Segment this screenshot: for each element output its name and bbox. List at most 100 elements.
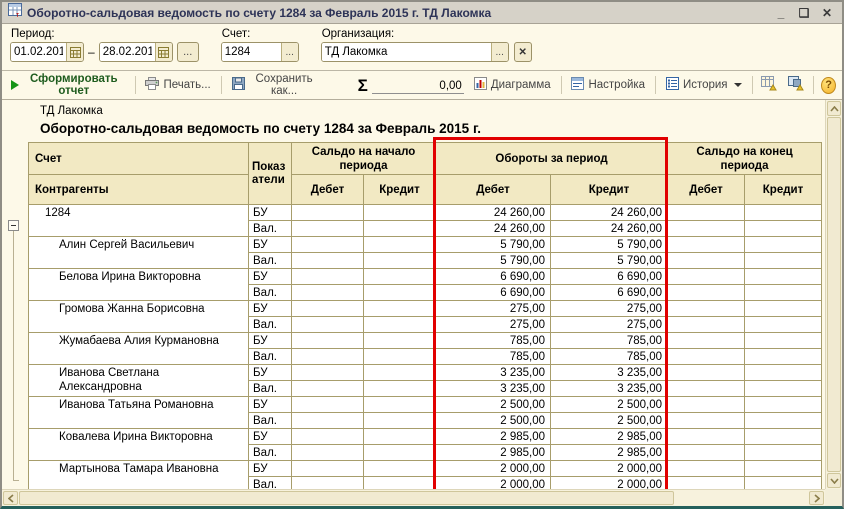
- turn-debit-cell[interactable]: 2 500,00: [436, 413, 551, 429]
- generate-report-button[interactable]: Сформировать отчет: [8, 71, 128, 99]
- start-credit-cell[interactable]: [364, 429, 436, 445]
- indicator-cell[interactable]: БУ: [249, 333, 292, 349]
- start-credit-cell[interactable]: [364, 365, 436, 381]
- end-credit-cell[interactable]: [745, 253, 822, 269]
- turn-credit-cell[interactable]: 2 985,00: [551, 445, 668, 461]
- indicator-cell[interactable]: Вал.: [249, 381, 292, 397]
- turn-credit-cell[interactable]: 275,00: [551, 301, 668, 317]
- turn-debit-cell[interactable]: 2 500,00: [436, 397, 551, 413]
- start-credit-cell[interactable]: [364, 269, 436, 285]
- end-debit-cell[interactable]: [668, 285, 745, 301]
- turn-debit-cell[interactable]: 2 000,00: [436, 461, 551, 477]
- end-credit-cell[interactable]: [745, 461, 822, 477]
- contractor-cell[interactable]: Громова Жанна Борисовна: [29, 301, 249, 333]
- start-credit-cell[interactable]: [364, 381, 436, 397]
- chart-button[interactable]: Диаграмма: [471, 75, 554, 95]
- turn-debit-cell[interactable]: 6 690,00: [436, 285, 551, 301]
- scroll-up-button[interactable]: [827, 101, 841, 116]
- end-credit-cell[interactable]: [745, 269, 822, 285]
- turn-credit-cell[interactable]: 24 260,00: [551, 221, 668, 237]
- end-debit-cell[interactable]: [668, 269, 745, 285]
- indicator-cell[interactable]: БУ: [249, 301, 292, 317]
- end-credit-cell[interactable]: [745, 429, 822, 445]
- maximize-button[interactable]: ❑: [795, 5, 813, 21]
- help-button[interactable]: ?: [821, 77, 836, 94]
- start-debit-cell[interactable]: [292, 397, 364, 413]
- turn-debit-cell[interactable]: 3 235,00: [436, 365, 551, 381]
- end-debit-cell[interactable]: [668, 477, 745, 490]
- end-credit-cell[interactable]: [745, 365, 822, 381]
- start-debit-cell[interactable]: [292, 253, 364, 269]
- start-credit-cell[interactable]: [364, 333, 436, 349]
- turn-credit-cell[interactable]: 6 690,00: [551, 269, 668, 285]
- account-input[interactable]: [222, 43, 281, 61]
- collapse-group-button[interactable]: [8, 220, 19, 231]
- organization-select-button[interactable]: ...: [491, 43, 508, 61]
- start-credit-cell[interactable]: [364, 461, 436, 477]
- start-debit-cell[interactable]: [292, 477, 364, 490]
- start-debit-cell[interactable]: [292, 317, 364, 333]
- start-debit-cell[interactable]: [292, 269, 364, 285]
- vertical-scrollbar[interactable]: [825, 100, 842, 489]
- start-credit-cell[interactable]: [364, 205, 436, 221]
- turn-debit-cell[interactable]: 785,00: [436, 333, 551, 349]
- start-debit-cell[interactable]: [292, 237, 364, 253]
- save-values-button[interactable]: [786, 74, 806, 96]
- end-debit-cell[interactable]: [668, 461, 745, 477]
- start-credit-cell[interactable]: [364, 237, 436, 253]
- indicator-cell[interactable]: БУ: [249, 461, 292, 477]
- turn-credit-cell[interactable]: 24 260,00: [551, 205, 668, 221]
- turn-credit-cell[interactable]: 3 235,00: [551, 381, 668, 397]
- contractor-cell[interactable]: Мартынова Тамара Ивановна: [29, 461, 249, 490]
- contractor-cell[interactable]: Ковалева Ирина Викторовна: [29, 429, 249, 461]
- turn-debit-cell[interactable]: 24 260,00: [436, 221, 551, 237]
- end-debit-cell[interactable]: [668, 429, 745, 445]
- history-button[interactable]: История: [663, 75, 745, 95]
- turn-credit-cell[interactable]: 2 500,00: [551, 397, 668, 413]
- organization-clear-button[interactable]: ✕: [514, 42, 532, 62]
- indicator-cell[interactable]: Вал.: [249, 253, 292, 269]
- vertical-scroll-thumb[interactable]: [827, 117, 841, 472]
- organization-input[interactable]: [322, 43, 491, 61]
- account-select-button[interactable]: ...: [281, 43, 298, 61]
- indicator-cell[interactable]: БУ: [249, 205, 292, 221]
- turn-credit-cell[interactable]: 3 235,00: [551, 365, 668, 381]
- end-credit-cell[interactable]: [745, 317, 822, 333]
- calendar-icon[interactable]: [155, 43, 172, 61]
- start-debit-cell[interactable]: [292, 381, 364, 397]
- start-debit-cell[interactable]: [292, 205, 364, 221]
- end-debit-cell[interactable]: [668, 397, 745, 413]
- end-credit-cell[interactable]: [745, 397, 822, 413]
- turn-credit-cell[interactable]: 2 985,00: [551, 429, 668, 445]
- turn-credit-cell[interactable]: 6 690,00: [551, 285, 668, 301]
- indicator-cell[interactable]: Вал.: [249, 317, 292, 333]
- turn-debit-cell[interactable]: 6 690,00: [436, 269, 551, 285]
- indicator-cell[interactable]: БУ: [249, 429, 292, 445]
- indicator-cell[interactable]: БУ: [249, 269, 292, 285]
- contractor-cell[interactable]: Алин Сергей Васильевич: [29, 237, 249, 269]
- start-debit-cell[interactable]: [292, 333, 364, 349]
- indicator-cell[interactable]: Вал.: [249, 285, 292, 301]
- print-button[interactable]: Печать...: [142, 75, 213, 95]
- turn-debit-cell[interactable]: 2 985,00: [436, 429, 551, 445]
- end-debit-cell[interactable]: [668, 205, 745, 221]
- minimize-button[interactable]: _: [772, 5, 790, 21]
- end-credit-cell[interactable]: [745, 413, 822, 429]
- turn-credit-cell[interactable]: 2 000,00: [551, 461, 668, 477]
- start-debit-cell[interactable]: [292, 221, 364, 237]
- start-credit-cell[interactable]: [364, 397, 436, 413]
- turn-credit-cell[interactable]: 2 000,00: [551, 477, 668, 490]
- start-debit-cell[interactable]: [292, 445, 364, 461]
- contractor-cell[interactable]: Жумабаева Алия Курмановна: [29, 333, 249, 365]
- scroll-left-button[interactable]: [3, 491, 18, 505]
- turn-debit-cell[interactable]: 5 790,00: [436, 253, 551, 269]
- turn-credit-cell[interactable]: 5 790,00: [551, 253, 668, 269]
- start-credit-cell[interactable]: [364, 253, 436, 269]
- start-debit-cell[interactable]: [292, 461, 364, 477]
- contractor-cell[interactable]: Иванова Светлана Александровна: [29, 365, 249, 397]
- indicator-cell[interactable]: Вал.: [249, 477, 292, 490]
- end-debit-cell[interactable]: [668, 317, 745, 333]
- end-debit-cell[interactable]: [668, 445, 745, 461]
- turn-credit-cell[interactable]: 5 790,00: [551, 237, 668, 253]
- end-debit-cell[interactable]: [668, 381, 745, 397]
